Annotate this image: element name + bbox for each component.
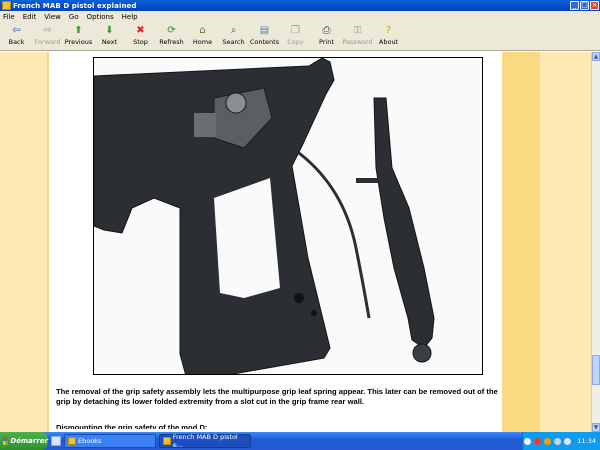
scroll-up-icon[interactable]: ▲ <box>592 52 600 61</box>
taskbar-item-ebooks[interactable]: Ebooks <box>64 434 156 448</box>
maximize-button[interactable]: □ <box>580 1 589 10</box>
menu-view[interactable]: View <box>44 13 61 21</box>
taskbar-item-mab-pistol[interactable]: French MAB D pistol e... <box>159 433 251 449</box>
right-outer-band <box>540 52 591 432</box>
caption-text: The removal of the grip safety assembly … <box>56 387 498 406</box>
back-arrow-icon: ⇦ <box>12 25 21 36</box>
tray-volume-icon[interactable] <box>564 437 572 445</box>
frame-hole <box>294 293 304 303</box>
grip-safety <box>373 97 435 349</box>
trigger-bar <box>194 113 216 137</box>
toolbar-button-label: Contents <box>249 38 280 46</box>
grip-safety-pivot <box>412 343 432 363</box>
next-section-text: Dismounting the grip safety of the mod.D… <box>56 423 208 429</box>
toolbar-button-label: Refresh <box>159 38 184 46</box>
taskbar-item-label: Ebooks <box>78 437 102 445</box>
hammer-screw <box>225 92 247 114</box>
app-icon <box>2 1 11 10</box>
toolbar-button-label: Forward <box>34 38 61 46</box>
right-margin-band <box>502 52 540 432</box>
folder-icon <box>68 437 76 445</box>
minimize-button[interactable]: _ <box>570 1 579 10</box>
vertical-scrollbar[interactable]: ▲ ▼ <box>591 52 600 432</box>
contents-button[interactable]: ▤ Contents <box>249 23 280 50</box>
search-button[interactable]: ⌕ Search <box>218 23 249 50</box>
password-icon: ⚿ <box>353 25 362 36</box>
about-button[interactable]: ? About <box>373 23 404 50</box>
back-button[interactable]: ⇦ Back <box>1 23 32 50</box>
taskbar: Démarrer Ebooks French MAB D pistol e...… <box>0 432 600 450</box>
toolbar-button-label: Print <box>319 38 334 46</box>
menu-file[interactable]: File <box>3 13 15 21</box>
left-margin-edge <box>47 52 49 432</box>
toolbar-button-label: Previous <box>64 38 93 46</box>
previous-button[interactable]: ⬆ Previous <box>63 23 94 50</box>
forward-button[interactable]: ⇨ Forward <box>32 23 63 50</box>
print-button[interactable]: ⎙ Print <box>311 23 342 50</box>
print-icon: ⎙ <box>322 25 331 36</box>
home-button[interactable]: ⌂ Home <box>187 23 218 50</box>
menu-bar: File Edit View Go Options Help <box>0 11 600 23</box>
stop-button[interactable]: ✖ Stop <box>125 23 156 50</box>
close-button[interactable]: × <box>590 1 599 10</box>
toolbar-button-label: Search <box>222 38 245 46</box>
tray-app-icon[interactable] <box>534 437 542 445</box>
taskbar-item-label: French MAB D pistol e... <box>172 433 238 449</box>
toolbar-button-label: Copy <box>287 38 304 46</box>
start-button[interactable]: Démarrer <box>0 432 48 450</box>
clock: 11:34 <box>577 437 596 445</box>
forward-arrow-icon: ⇨ <box>43 25 52 36</box>
system-tray: 11:34 <box>522 432 600 450</box>
safety-pin <box>356 178 378 183</box>
menu-go[interactable]: Go <box>69 13 79 21</box>
tray-network-icon[interactable] <box>554 437 562 445</box>
contents-icon: ▤ <box>259 25 270 36</box>
password-button[interactable]: ⚿ Password <box>342 23 373 50</box>
quick-launch-icon[interactable] <box>51 436 61 446</box>
ebook-icon <box>163 437 171 445</box>
scroll-down-icon[interactable]: ▼ <box>592 423 600 432</box>
menu-edit[interactable]: Edit <box>23 13 37 21</box>
refresh-button[interactable]: ⟳ Refresh <box>156 23 187 50</box>
pistol-frame-photo <box>93 57 483 375</box>
home-icon: ⌂ <box>199 25 206 36</box>
tray-app-icon[interactable] <box>544 437 552 445</box>
search-icon: ⌕ <box>230 25 237 36</box>
copy-icon: ❐ <box>291 25 300 36</box>
scroll-thumb[interactable] <box>592 355 600 385</box>
page-content: The removal of the grip safety assembly … <box>0 52 591 432</box>
copy-button[interactable]: ❐ Copy <box>280 23 311 50</box>
pistol-frame-illustration <box>94 58 435 374</box>
up-arrow-icon: ⬆ <box>74 25 83 36</box>
toolbar-button-label: Password <box>342 38 373 46</box>
grip-cutout <box>214 178 280 298</box>
left-margin-band <box>0 52 47 432</box>
refresh-icon: ⟳ <box>167 25 176 36</box>
stop-icon: ✖ <box>136 25 145 36</box>
window-title: French MAB D pistol explained <box>13 1 137 10</box>
toolbar-button-label: Back <box>8 38 25 46</box>
toolbar-button-label: Stop <box>133 38 148 46</box>
toolbar-button-label: Next <box>101 38 118 46</box>
toolbar-button-label: Home <box>192 38 213 46</box>
frame-hole <box>311 310 317 316</box>
about-icon: ? <box>385 25 392 36</box>
menu-help[interactable]: Help <box>122 13 138 21</box>
toolbar-button-label: About <box>378 38 399 46</box>
down-arrow-icon: ⬇ <box>105 25 114 36</box>
menu-options[interactable]: Options <box>87 13 114 21</box>
next-button[interactable]: ⬇ Next <box>94 23 125 50</box>
start-label: Démarrer <box>10 437 48 445</box>
window-controls: _ □ × <box>570 1 599 10</box>
toolbar: ⇦ Back ⇨ Forward ⬆ Previous ⬇ Next ✖ Stop ⟳ Refresh… <box>0 23 600 51</box>
title-bar: French MAB D pistol explained _ □ × <box>0 0 600 11</box>
tray-chevron-icon[interactable] <box>524 437 532 445</box>
windows-logo-icon <box>3 437 9 445</box>
